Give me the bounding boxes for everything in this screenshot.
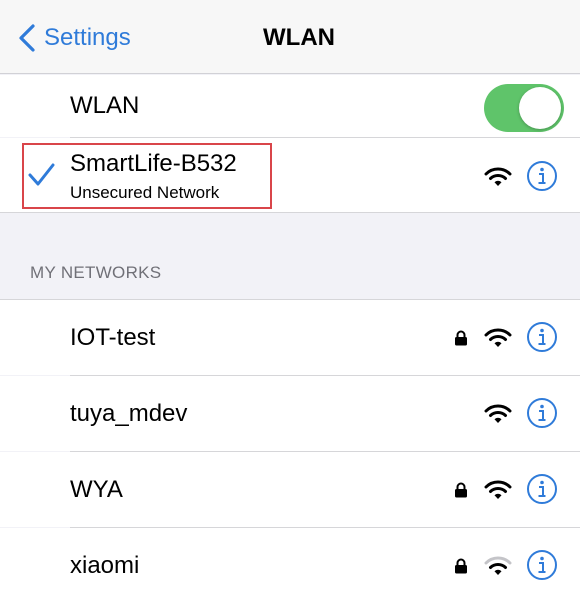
wlan-toggle-switch[interactable] bbox=[484, 84, 564, 132]
toggle-knob bbox=[519, 87, 561, 129]
section-header: MY NETWORKS bbox=[30, 263, 162, 282]
wlan-label: WLAN bbox=[70, 92, 140, 119]
network-ssid: IOT-test bbox=[70, 324, 156, 351]
lock-icon bbox=[455, 482, 467, 498]
network-ssid: xiaomi bbox=[70, 552, 140, 579]
navigation-bar: Settings WLAN bbox=[0, 0, 580, 74]
lock-icon bbox=[455, 558, 467, 574]
info-icon[interactable] bbox=[526, 160, 558, 192]
cell-separator bbox=[0, 212, 580, 213]
highlight-box bbox=[22, 143, 272, 209]
wifi-signal-weak-icon bbox=[484, 556, 512, 575]
info-icon[interactable] bbox=[526, 549, 558, 581]
info-icon[interactable] bbox=[526, 321, 558, 353]
page-title: WLAN bbox=[263, 24, 335, 51]
wifi-signal-icon bbox=[484, 328, 512, 347]
network-ssid: WYA bbox=[70, 476, 123, 503]
wifi-signal-icon bbox=[484, 404, 512, 423]
network-ssid: tuya_mdev bbox=[70, 400, 188, 427]
info-icon[interactable] bbox=[526, 397, 558, 429]
lock-icon bbox=[455, 330, 467, 346]
wifi-signal-icon bbox=[484, 167, 512, 186]
info-icon[interactable] bbox=[526, 473, 558, 505]
wifi-signal-icon bbox=[484, 480, 512, 499]
